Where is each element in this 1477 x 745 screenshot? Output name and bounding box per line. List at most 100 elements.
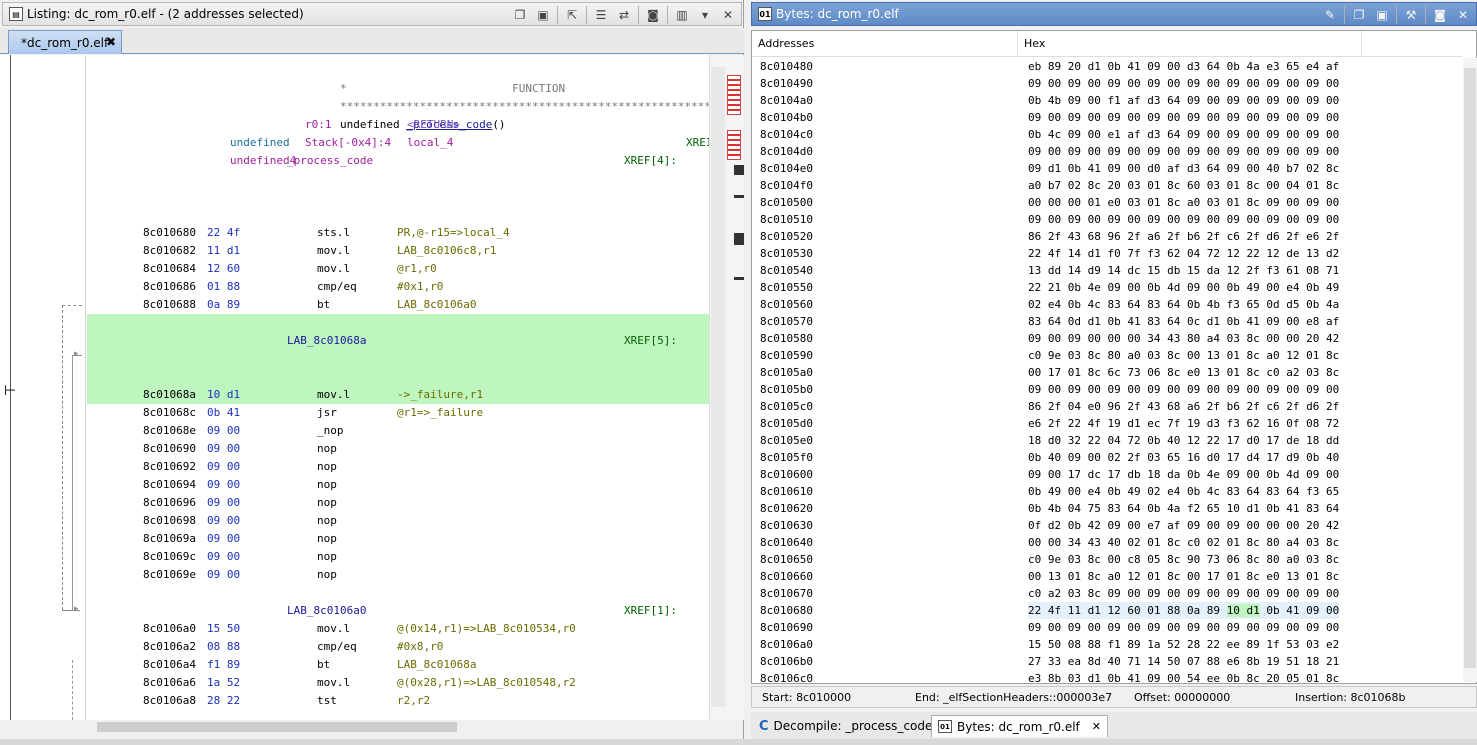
byte-hex[interactable]: a0 b7 02 8c 20 03 01 8c 60 03 01 8c 00 0…: [1028, 177, 1339, 194]
bytes-row[interactable]: 8c010620 0b 4b 04 75 83 64 0b 4a f2 65 10…: [752, 500, 1462, 517]
instr-address[interactable]: 8c01068e: [143, 422, 196, 440]
instr-operands[interactable]: LAB_8c0106a0: [397, 296, 476, 314]
instr-address[interactable]: 8c010680: [143, 224, 196, 242]
byte-hex[interactable]: 15 50 08 88 f1 89 1a 52 28 22 ee 89 1f 5…: [1028, 636, 1339, 653]
bytes-row[interactable]: 8c010600 09 00 17 dc 17 db 18 da 0b 4e 09…: [752, 466, 1462, 483]
byte-hex[interactable]: 09 00 09 00 09 00 09 00 09 00 09 00 09 0…: [1028, 143, 1339, 160]
instr-address[interactable]: 8c01069c: [143, 548, 196, 566]
instr-address[interactable]: 8c0106a0: [143, 620, 196, 638]
byte-address[interactable]: 8c010510: [760, 211, 813, 228]
label-row[interactable]: LAB_8c01068a: [287, 332, 366, 350]
variable-xref[interactable]: XREI: [686, 134, 709, 152]
byte-hex[interactable]: 09 d1 0b 41 09 00 d0 af d3 64 09 00 40 b…: [1028, 160, 1339, 177]
instr-operands[interactable]: ->_failure,r1: [397, 386, 483, 404]
edit-fields-icon[interactable]: ☰: [592, 7, 610, 24]
instr-bytes[interactable]: 09 00: [207, 548, 240, 566]
bytes-rows[interactable]: 8c010480 eb 89 20 d1 0b 41 09 00 d3 64 0b…: [752, 58, 1462, 682]
bytes-row[interactable]: 8c0104a0 0b 4b 09 00 f1 af d3 64 09 00 09…: [752, 92, 1462, 109]
bytes-row[interactable]: 8c010510 09 00 09 00 09 00 09 00 09 00 09…: [752, 211, 1462, 228]
tab-decompile[interactable]: C Decompile: _process_code ✕: [753, 715, 960, 737]
wrench-icon[interactable]: ⚒: [1402, 7, 1420, 24]
instr-address[interactable]: 8c010684: [143, 260, 196, 278]
instr-mnemonic[interactable]: mov.l: [317, 242, 350, 260]
column-header-hex[interactable]: Hex: [1018, 31, 1362, 57]
bytes-view[interactable]: Addresses Hex 8c010480 eb 89 20 d1 0b 41 …: [751, 30, 1477, 684]
byte-address[interactable]: 8c0105e0: [760, 432, 813, 449]
selected-bytes[interactable]: 10 d1: [1226, 604, 1260, 617]
byte-hex[interactable]: c0 a2 03 8c 09 00 09 00 09 00 09 00 09 0…: [1028, 585, 1339, 602]
byte-address[interactable]: 8c0106b0: [760, 653, 813, 670]
bytes-row[interactable]: 8c010500 00 00 00 01 e0 03 01 8c a0 03 01…: [752, 194, 1462, 211]
byte-hex[interactable]: 22 4f 14 d1 f0 7f f3 62 04 72 12 22 12 d…: [1028, 245, 1339, 262]
byte-hex[interactable]: 22 4f 11 d1 12 60 01 88 0a 89 10 d1 0b 4…: [1028, 602, 1340, 619]
bytes-row[interactable]: 8c010550 22 21 0b 4e 09 00 0b 4d 09 00 0b…: [752, 279, 1462, 296]
bytes-row[interactable]: 8c010590 c0 9e 03 8c 80 a0 03 8c 00 13 01…: [752, 347, 1462, 364]
instr-bytes[interactable]: 0b 41: [207, 404, 240, 422]
byte-address[interactable]: 8c010540: [760, 262, 813, 279]
byte-hex[interactable]: 02 e4 0b 4c 83 64 83 64 0b 4b f3 65 0d d…: [1028, 296, 1339, 313]
listing-vertical-scrollbar[interactable]: [709, 55, 744, 720]
byte-address[interactable]: 8c010610: [760, 483, 813, 500]
bytes-row[interactable]: 8c010480 eb 89 20 d1 0b 41 09 00 d3 64 0b…: [752, 58, 1462, 75]
instr-bytes[interactable]: 09 00: [207, 512, 240, 530]
byte-address[interactable]: 8c0104b0: [760, 109, 813, 126]
bytes-row[interactable]: 8c0105c0 86 2f 04 e0 96 2f 43 68 a6 2f b6…: [752, 398, 1462, 415]
listing-view[interactable]: ⊢ ▸ ▸ * FUNCTION ***********************…: [0, 55, 744, 720]
function-signature[interactable]: undefined _process_code(): [287, 98, 506, 131]
byte-hex[interactable]: 0b 4b 04 75 83 64 0b 4a f2 65 10 d1 0b 4…: [1028, 500, 1339, 517]
instr-bytes[interactable]: 15 50: [207, 620, 240, 638]
instr-bytes[interactable]: 09 00: [207, 566, 240, 584]
instr-mnemonic[interactable]: tst: [317, 692, 337, 710]
instr-bytes[interactable]: 09 00: [207, 476, 240, 494]
instr-operands[interactable]: LAB_8c0106c8,r1: [397, 242, 496, 260]
byte-address[interactable]: 8c0105f0: [760, 449, 813, 466]
byte-hex[interactable]: 00 00 00 01 e0 03 01 8c a0 03 01 8c 09 0…: [1028, 194, 1339, 211]
instr-address[interactable]: 8c01068a: [143, 386, 196, 404]
scroll-thumb[interactable]: [711, 67, 725, 707]
paste-icon[interactable]: ▣: [534, 7, 552, 24]
byte-address[interactable]: 8c010600: [760, 466, 813, 483]
instr-mnemonic[interactable]: nop: [317, 566, 337, 584]
byte-hex[interactable]: 09 00 09 00 00 00 34 43 80 a4 03 8c 00 0…: [1028, 330, 1339, 347]
instr-address[interactable]: 8c010694: [143, 476, 196, 494]
byte-address[interactable]: 8c0106a0: [760, 636, 813, 653]
instr-mnemonic[interactable]: mov.l: [317, 620, 350, 638]
byte-hex[interactable]: 83 64 0d d1 0b 41 83 64 0c d1 0b 41 09 0…: [1028, 313, 1339, 330]
byte-address[interactable]: 8c0104f0: [760, 177, 813, 194]
instr-mnemonic[interactable]: nop: [317, 530, 337, 548]
byte-hex[interactable]: eb 89 20 d1 0b 41 09 00 d3 64 0b 4a e3 6…: [1028, 58, 1339, 75]
byte-address[interactable]: 8c0104d0: [760, 143, 813, 160]
bytes-row[interactable]: 8c010490 09 00 09 00 09 00 09 00 09 00 09…: [752, 75, 1462, 92]
instr-mnemonic[interactable]: cmp/eq: [317, 278, 357, 296]
instr-mnemonic[interactable]: nop: [317, 512, 337, 530]
byte-address[interactable]: 8c0105d0: [760, 415, 813, 432]
instr-bytes[interactable]: f1 89: [207, 656, 240, 674]
close-icon[interactable]: ✕: [719, 7, 737, 24]
instr-operands[interactable]: @r1,r0: [397, 260, 437, 278]
instr-address[interactable]: 8c01068c: [143, 404, 196, 422]
close-tab-icon[interactable]: ✖: [106, 35, 116, 49]
variable-row[interactable]: undefined: [177, 116, 290, 149]
instr-address[interactable]: 8c0106a2: [143, 638, 196, 656]
byte-hex[interactable]: e6 2f 22 4f 19 d1 ec 7f 19 d3 f3 62 16 0…: [1028, 415, 1339, 432]
byte-address[interactable]: 8c0104e0: [760, 160, 813, 177]
bytes-row[interactable]: 8c0104b0 09 00 09 00 09 00 09 00 09 00 09…: [752, 109, 1462, 126]
instr-mnemonic[interactable]: bt: [317, 296, 330, 314]
byte-hex[interactable]: 0b 49 00 e4 0b 49 02 e4 0b 4c 83 64 83 6…: [1028, 483, 1339, 500]
function-xref[interactable]: XREF[4]:: [624, 152, 677, 170]
instr-operands[interactable]: @r1=>_failure: [397, 404, 483, 422]
instr-bytes[interactable]: 09 00: [207, 422, 240, 440]
instr-operands[interactable]: #0x8,r0: [397, 638, 443, 656]
instr-bytes[interactable]: 09 00: [207, 440, 240, 458]
bytes-vertical-scrollbar[interactable]: [1463, 58, 1477, 682]
byte-hex[interactable]: 00 00 34 43 40 02 01 8c c0 02 01 8c 80 a…: [1028, 534, 1339, 551]
byte-hex[interactable]: 09 00 09 00 09 00 09 00 09 00 09 00 09 0…: [1028, 619, 1339, 636]
instr-operands[interactable]: r2,r2: [397, 692, 430, 710]
instr-mnemonic[interactable]: bt: [317, 656, 330, 674]
chevron-down-icon[interactable]: ▾: [696, 7, 714, 24]
scroll-thumb[interactable]: [1464, 68, 1476, 668]
byte-address[interactable]: 8c0105c0: [760, 398, 813, 415]
instr-bytes[interactable]: 09 00: [207, 458, 240, 476]
bytes-row[interactable]: 8c010690 09 00 09 00 09 00 09 00 09 00 09…: [752, 619, 1462, 636]
instr-bytes[interactable]: 10 d1: [207, 386, 240, 404]
